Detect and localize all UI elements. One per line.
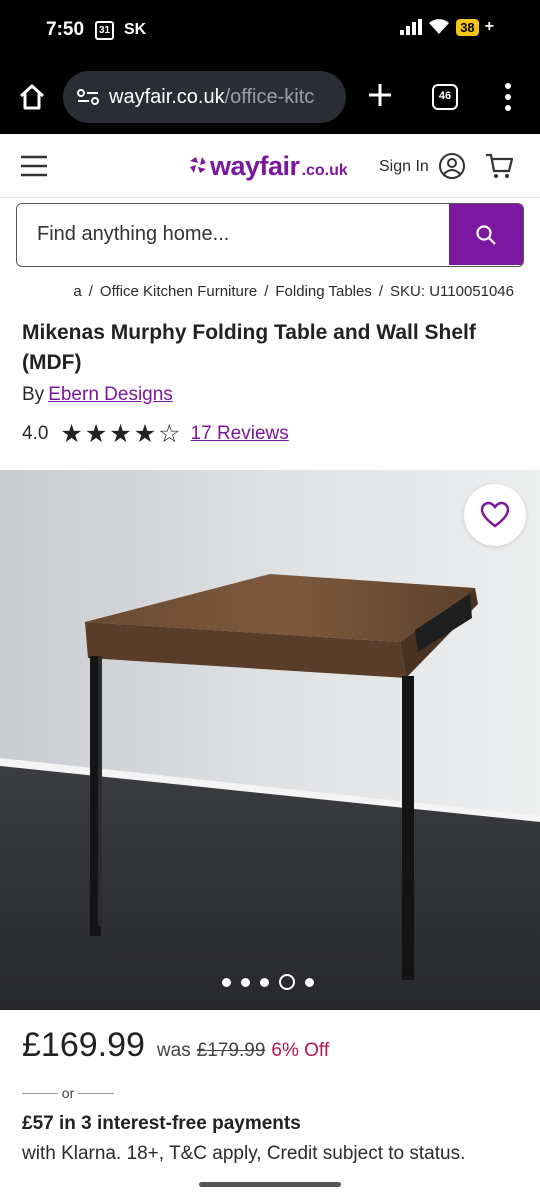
url-host: wayfair.co.uk xyxy=(109,85,225,108)
product-title: Mikenas Murphy Folding Table and Wall Sh… xyxy=(22,321,476,374)
star-filled-icon: ★ xyxy=(133,419,157,448)
heart-icon xyxy=(480,501,510,528)
hamburger-menu-icon[interactable] xyxy=(20,154,48,178)
carousel-dot[interactable] xyxy=(305,977,314,987)
carousel-pagination xyxy=(222,974,314,990)
breadcrumb: a / Office Kitchen Furniture / Folding Table… xyxy=(0,283,540,305)
star-filled-icon: ★ xyxy=(60,419,83,448)
charging-icon: + xyxy=(484,18,494,35)
search-bar xyxy=(16,203,524,267)
star-empty-icon: ☆ xyxy=(158,419,181,448)
home-icon[interactable] xyxy=(16,81,48,113)
breadcrumb-item-office-kitchen-furniture[interactable]: Office Kitchen Furniture xyxy=(100,283,257,300)
status-time: 7:50 xyxy=(46,19,85,40)
carrier-label: SK xyxy=(124,21,147,38)
was-price: £179.99 xyxy=(196,1040,266,1061)
status-bar: 7:50 31 SK 38 + xyxy=(0,0,540,64)
by-prefix: By xyxy=(22,384,45,405)
search-button[interactable] xyxy=(449,204,523,265)
product-byline: By Ebern Designs xyxy=(22,384,173,406)
site-header: wayfair .co.uk Sign In xyxy=(0,134,540,198)
carousel-dot[interactable] xyxy=(260,977,269,987)
carousel-dot[interactable] xyxy=(241,977,250,987)
price-row: £169.99 was £179.99 6% Off xyxy=(22,1026,329,1065)
signal-icon xyxy=(400,19,423,35)
wifi-icon xyxy=(429,19,450,34)
klarna-detail: with Klarna. 18+, T&C apply, Credit subj… xyxy=(22,1143,466,1164)
url-path: /office-kitc xyxy=(224,85,315,108)
or-label: or xyxy=(61,1085,75,1101)
klarna-headline: £57 in 3 interest-free payments xyxy=(22,1113,301,1134)
carousel-dot[interactable] xyxy=(222,977,231,987)
address-bar[interactable]: wayfair.co.uk/office-kitc xyxy=(63,71,346,123)
rating-row: 4.0 ★ ★ ★ ★ ☆ 17 Reviews xyxy=(22,420,289,448)
browser-toolbar: wayfair.co.uk/office-kitc 46 xyxy=(0,64,540,134)
product-image-carousel[interactable] xyxy=(0,470,540,1010)
site-settings-icon[interactable] xyxy=(77,88,99,106)
tab-switcher-button[interactable]: 46 xyxy=(432,84,458,110)
calendar-icon: 31 xyxy=(95,21,114,40)
brand-link[interactable]: Ebern Designs xyxy=(48,384,173,405)
breadcrumb-separator: / xyxy=(378,283,384,300)
product-image xyxy=(0,470,540,1010)
star-filled-icon: ★ xyxy=(109,419,132,448)
add-to-favorites-button[interactable] xyxy=(464,484,526,546)
wayfair-logo[interactable]: wayfair .co.uk xyxy=(188,151,348,182)
logo-main-text: wayfair xyxy=(210,151,300,181)
battery-icon: 38 xyxy=(456,18,479,36)
breadcrumb-item[interactable]: a xyxy=(73,283,81,300)
new-tab-icon[interactable] xyxy=(366,81,394,109)
logo-pinwheel-icon xyxy=(190,157,206,173)
breadcrumb-item-folding-tables[interactable]: Folding Tables xyxy=(275,283,371,300)
breadcrumb-sku: SKU: U110051046 xyxy=(390,283,514,300)
cart-icon[interactable] xyxy=(484,151,514,181)
current-price: £169.99 xyxy=(22,1026,145,1064)
or-divider: or xyxy=(22,1085,115,1101)
reviews-link[interactable]: 17 Reviews xyxy=(191,423,289,445)
star-filled-icon: ★ xyxy=(84,419,108,448)
was-label: was xyxy=(156,1040,191,1061)
sign-in-link[interactable]: Sign In xyxy=(379,158,429,176)
rating-value: 4.0 xyxy=(22,423,49,444)
status-indicators: 38 + xyxy=(400,18,494,36)
logo-domain-text: .co.uk xyxy=(301,162,348,179)
breadcrumb-separator: / xyxy=(264,283,269,300)
carousel-dot-active[interactable] xyxy=(279,974,295,990)
divider-line xyxy=(22,1092,58,1094)
search-icon xyxy=(476,224,496,245)
more-menu-icon[interactable] xyxy=(500,82,516,112)
star-rating: ★ ★ ★ ★ ☆ xyxy=(60,419,181,448)
discount-badge: 6% Off xyxy=(271,1040,330,1061)
divider-line xyxy=(78,1092,115,1094)
gesture-bar[interactable] xyxy=(199,1182,341,1187)
search-input[interactable] xyxy=(17,204,451,265)
breadcrumb-separator: / xyxy=(88,283,93,300)
url-text: wayfair.co.uk/office-kitc xyxy=(109,86,314,109)
account-icon[interactable] xyxy=(438,152,466,180)
